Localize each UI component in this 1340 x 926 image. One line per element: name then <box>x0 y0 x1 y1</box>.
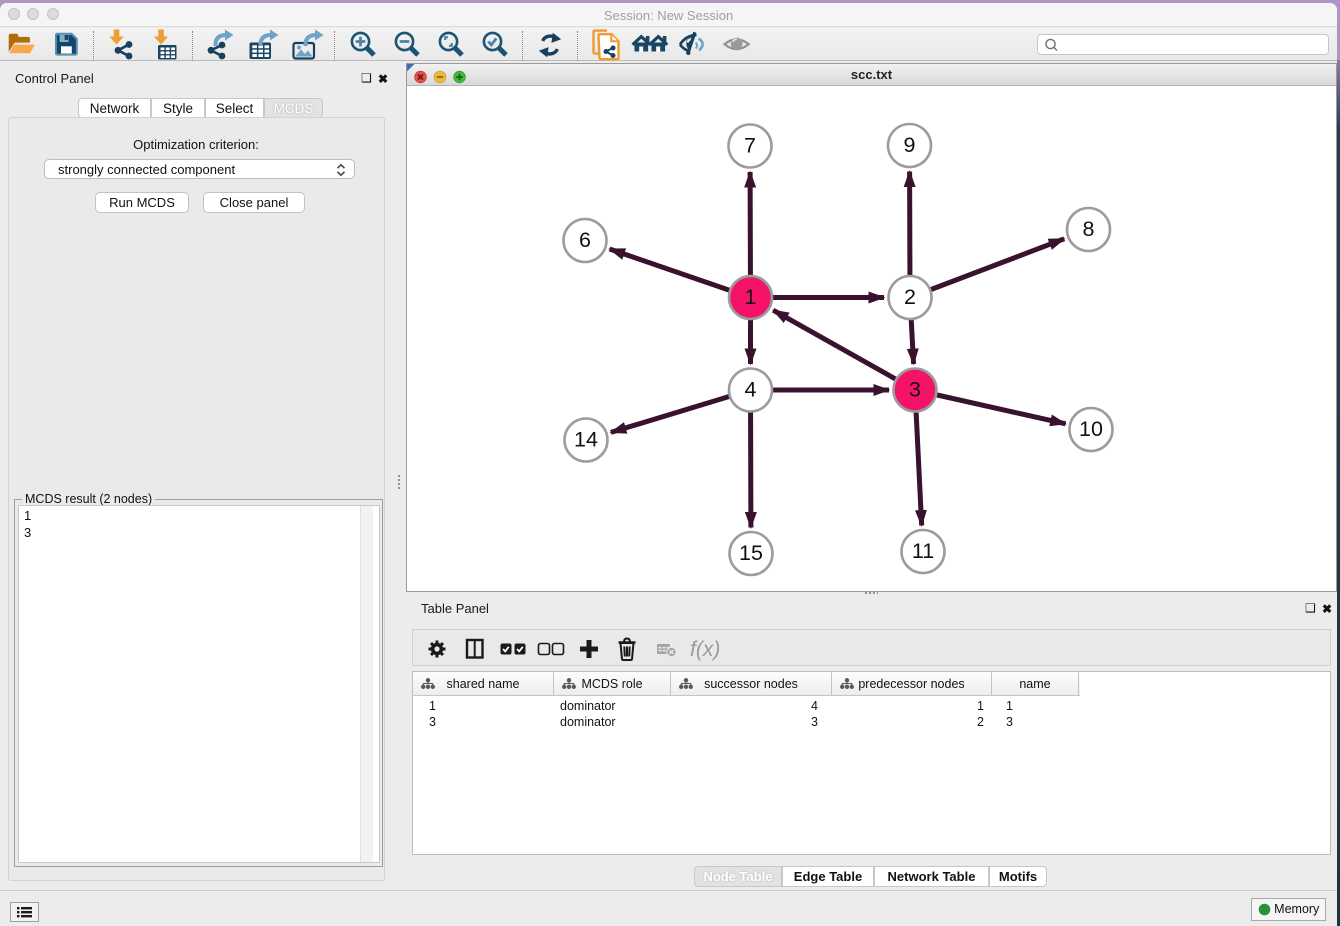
svg-text:2: 2 <box>904 285 916 309</box>
svg-text:14: 14 <box>574 428 598 452</box>
svg-text:8: 8 <box>1083 217 1095 241</box>
svg-text:10: 10 <box>1079 417 1103 441</box>
svg-text:3: 3 <box>909 378 921 402</box>
svg-text:1: 1 <box>745 285 757 309</box>
svg-text:9: 9 <box>904 133 916 157</box>
svg-text:6: 6 <box>579 228 591 252</box>
svg-text:4: 4 <box>745 378 757 402</box>
svg-text:15: 15 <box>739 541 763 565</box>
svg-text:7: 7 <box>744 134 756 158</box>
svg-text:11: 11 <box>912 539 934 563</box>
svg-text:f(x): f(x) <box>690 638 720 661</box>
